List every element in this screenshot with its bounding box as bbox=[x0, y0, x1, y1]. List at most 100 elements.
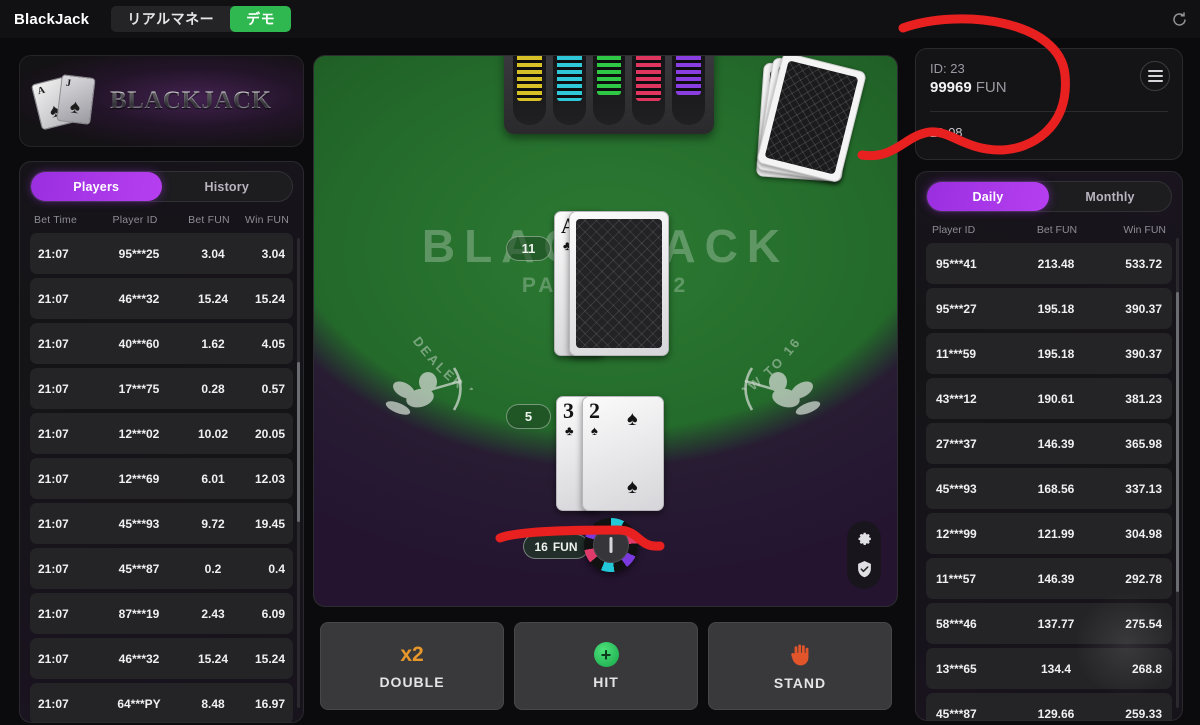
table-row[interactable]: 11***59 195.18 390.37 bbox=[926, 333, 1172, 374]
row-bet: 2.43 bbox=[201, 606, 225, 621]
table-row[interactable]: 13***65 134.4 268.8 bbox=[926, 648, 1172, 689]
table-row[interactable]: 45***87 129.66 259.33 bbox=[926, 693, 1172, 721]
chip-slot-2[interactable] bbox=[552, 56, 586, 125]
row-win: 4.05 bbox=[261, 336, 285, 351]
chip-slot-3[interactable] bbox=[592, 56, 626, 125]
mode-toggle[interactable]: リアルマネー デモ bbox=[111, 6, 292, 32]
card-back-pattern bbox=[576, 219, 662, 348]
logo-card-jack-suit: ♠ bbox=[68, 96, 82, 119]
row-bet: 121.99 bbox=[1037, 526, 1075, 541]
row-bet-time: 21:07 bbox=[38, 696, 69, 711]
chip-tick bbox=[609, 537, 613, 553]
row-win: 365.98 bbox=[1125, 436, 1162, 451]
row-bet: 6.01 bbox=[201, 471, 225, 486]
table-row[interactable]: 58***46 137.77 275.54 bbox=[926, 603, 1172, 644]
table-row[interactable]: 11***57 146.39 292.78 bbox=[926, 558, 1172, 599]
leaderboard-column-headers: Player ID Bet FUN Win FUN bbox=[916, 212, 1182, 243]
tab-monthly[interactable]: Monthly bbox=[1049, 182, 1171, 211]
action-buttons[interactable]: x2 DOUBLE + HIT STAND bbox=[320, 622, 892, 710]
chip-slot-5[interactable] bbox=[672, 56, 705, 125]
row-bet: 15.24 bbox=[197, 651, 229, 666]
table-row[interactable]: 12***99 121.99 304.98 bbox=[926, 513, 1172, 554]
row-bet: 134.4 bbox=[1040, 661, 1072, 676]
table-row[interactable]: 21:07 12***02 10.02 20.05 bbox=[30, 413, 293, 454]
tab-history[interactable]: History bbox=[162, 172, 293, 201]
row-win: 533.72 bbox=[1125, 256, 1162, 271]
hamburger-menu-icon[interactable] bbox=[1140, 61, 1170, 91]
refresh-icon[interactable] bbox=[1171, 11, 1188, 28]
hit-label: HIT bbox=[593, 674, 619, 690]
bet-amount-badge: 16 FUN bbox=[523, 534, 589, 559]
x2-icon: x2 bbox=[400, 642, 424, 666]
chip-slot-4[interactable] bbox=[632, 56, 666, 125]
account-divider bbox=[930, 111, 1168, 112]
double-button[interactable]: x2 DOUBLE bbox=[320, 622, 504, 710]
row-win: 259.33 bbox=[1125, 706, 1162, 721]
row-player-id: 46***32 bbox=[118, 291, 160, 306]
row-bet: 146.39 bbox=[1037, 436, 1075, 451]
row-win: 15.24 bbox=[254, 651, 285, 666]
players-scrollbar-thumb[interactable] bbox=[297, 362, 300, 522]
double-label: DOUBLE bbox=[379, 673, 445, 690]
chip-slot-1[interactable] bbox=[513, 56, 546, 125]
table-row[interactable]: 95***41 213.48 533.72 bbox=[926, 243, 1172, 284]
player-card-2-suit: ♠ bbox=[591, 423, 598, 438]
leaderboard-rows[interactable]: 95***41 213.48 533.72 95***27 195.18 390.37 11… bbox=[916, 243, 1182, 721]
row-player-id: 17***75 bbox=[118, 381, 160, 396]
shield-check-icon[interactable] bbox=[856, 560, 873, 579]
row-win: 292.78 bbox=[1125, 571, 1162, 586]
account-balance: 99969 FUN bbox=[930, 79, 1168, 96]
tab-daily[interactable]: Daily bbox=[927, 182, 1049, 211]
logo-card-ace-rank: A bbox=[36, 84, 47, 98]
players-rows[interactable]: 21:07 95***25 3.04 3.04 21:07 46***32 15.24 15.… bbox=[20, 233, 303, 722]
game-table[interactable]: BLACKJACK PAYS 3 TO 2 DEALER MUST STAND … bbox=[313, 55, 898, 607]
logo-card-jack: J ♠ bbox=[56, 74, 96, 125]
table-row[interactable]: 43***12 190.61 381.23 bbox=[926, 378, 1172, 419]
row-player-id: 95***27 bbox=[936, 301, 977, 316]
balance-amount: 99969 bbox=[930, 79, 972, 96]
row-win: 19.45 bbox=[254, 516, 285, 531]
row-win: 6.09 bbox=[261, 606, 285, 621]
table-row[interactable]: 27***37 146.39 365.98 bbox=[926, 423, 1172, 464]
player-card-2: 2 ♠ ♠ ♠ bbox=[582, 396, 664, 511]
table-row[interactable]: 21:07 64***PY 8.48 16.97 bbox=[30, 683, 293, 722]
table-row[interactable]: 21:07 17***75 0.28 0.57 bbox=[30, 368, 293, 409]
row-bet-time: 21:07 bbox=[38, 426, 69, 441]
table-row[interactable]: 21:07 87***19 2.43 6.09 bbox=[30, 593, 293, 634]
table-row[interactable]: 21:07 12***69 6.01 12.03 bbox=[30, 458, 293, 499]
card-deck bbox=[746, 56, 870, 189]
table-tools[interactable] bbox=[847, 521, 881, 589]
leaderboard-tabs[interactable]: Daily Monthly bbox=[926, 181, 1172, 212]
row-player-id: 27***37 bbox=[936, 436, 977, 451]
row-win: 3.04 bbox=[261, 246, 285, 261]
tab-players[interactable]: Players bbox=[31, 172, 162, 201]
table-row[interactable]: 45***93 168.56 337.13 bbox=[926, 468, 1172, 509]
table-row[interactable]: 21:07 40***60 1.62 4.05 bbox=[30, 323, 293, 364]
leaderboard-scrollbar-thumb[interactable] bbox=[1176, 292, 1179, 592]
row-win: 275.54 bbox=[1125, 616, 1162, 631]
row-bet-time: 21:07 bbox=[38, 606, 69, 621]
mode-demo[interactable]: デモ bbox=[230, 6, 292, 32]
chip-rack bbox=[504, 56, 714, 134]
players-tabs[interactable]: Players History bbox=[30, 171, 293, 202]
hit-button[interactable]: + HIT bbox=[514, 622, 698, 710]
table-row[interactable]: 21:07 45***87 0.2 0.4 bbox=[30, 548, 293, 589]
players-panel: Players History Bet Time Player ID Bet F… bbox=[19, 161, 304, 723]
table-row[interactable]: 21:07 46***32 15.24 15.24 bbox=[30, 278, 293, 319]
balance-currency: FUN bbox=[975, 79, 1007, 96]
account-id: ID: 23 bbox=[930, 61, 965, 76]
mode-real-money[interactable]: リアルマネー bbox=[111, 6, 230, 32]
table-row[interactable]: 21:07 45***93 9.72 19.45 bbox=[30, 503, 293, 544]
row-player-id: 87***19 bbox=[118, 606, 160, 621]
table-row[interactable]: 95***27 195.18 390.37 bbox=[926, 288, 1172, 329]
stand-button[interactable]: STAND bbox=[708, 622, 892, 710]
row-win: 16.97 bbox=[254, 696, 285, 711]
row-bet-time: 21:07 bbox=[38, 561, 69, 576]
row-bet: 0.28 bbox=[201, 381, 225, 396]
bet-chip[interactable] bbox=[584, 518, 638, 572]
table-row[interactable]: 21:07 95***25 3.04 3.04 bbox=[30, 233, 293, 274]
gear-icon[interactable] bbox=[856, 532, 873, 549]
table-row[interactable]: 21:07 46***32 15.24 15.24 bbox=[30, 638, 293, 679]
lb-col-bet-fun: Bet FUN bbox=[1036, 224, 1078, 236]
row-win: 20.05 bbox=[254, 426, 285, 441]
